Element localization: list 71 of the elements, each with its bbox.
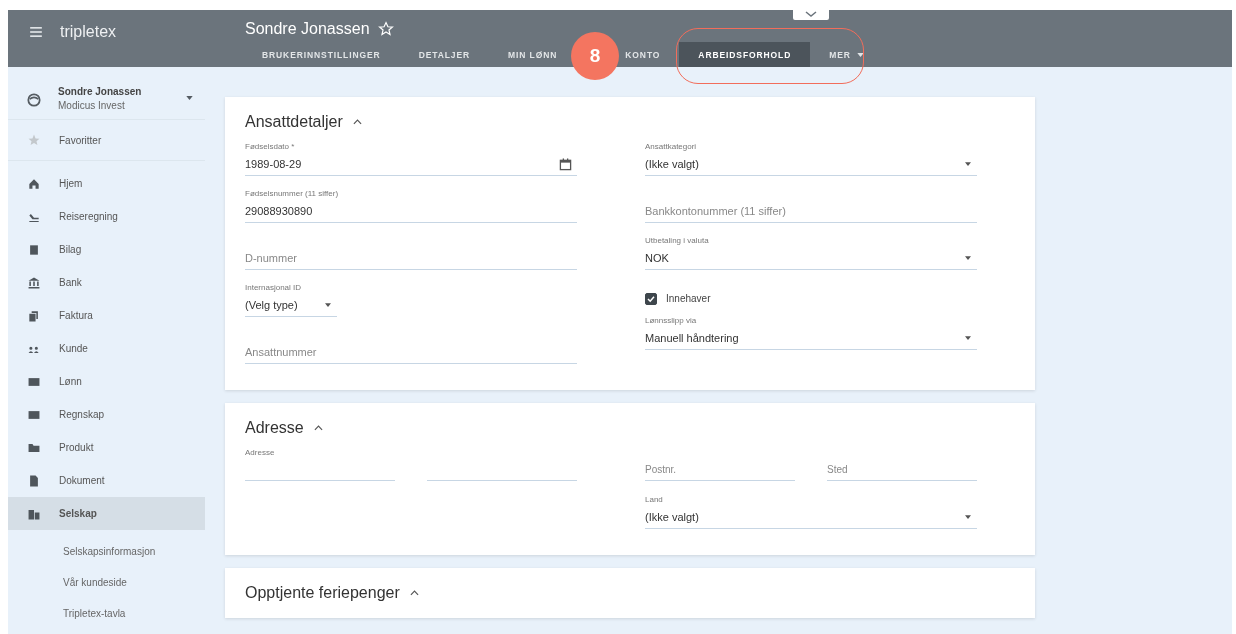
chevron-icon[interactable] bbox=[409, 590, 419, 596]
chevron-icon[interactable] bbox=[352, 119, 362, 125]
caret-icon[interactable] bbox=[186, 96, 193, 100]
section-title: Opptjente feriepenger bbox=[245, 584, 400, 602]
tab[interactable]: KONTO bbox=[621, 42, 665, 67]
select-field[interactable]: (Ikke valgt) bbox=[645, 506, 977, 529]
caret-icon bbox=[965, 256, 971, 260]
field-label: Ansattkategori bbox=[645, 141, 698, 153]
star-icon bbox=[27, 133, 41, 147]
nav-item[interactable]: Lønn bbox=[8, 365, 205, 398]
tab[interactable]: MER bbox=[810, 42, 883, 67]
caret-icon bbox=[965, 162, 971, 166]
sub-nav-item[interactable]: Tripletex-tavla bbox=[8, 598, 205, 629]
select-field[interactable]: Manuell håndtering bbox=[645, 327, 977, 350]
nav-icon bbox=[27, 275, 41, 290]
checkbox[interactable] bbox=[645, 292, 657, 305]
tab[interactable]: ARBEIDSFORHOLD bbox=[679, 42, 811, 67]
sub-nav-item[interactable]: Selskapsinformasjon bbox=[8, 536, 205, 567]
caret-icon bbox=[965, 336, 971, 340]
input-field[interactable]: Sted bbox=[827, 459, 977, 481]
nav-item[interactable]: Bilag bbox=[8, 233, 205, 266]
checkbox-label: Innehaver bbox=[666, 293, 711, 304]
star-icon[interactable] bbox=[377, 21, 394, 37]
nav-item[interactable]: Reiseregning bbox=[8, 200, 205, 233]
field-label: Fødselsnummer (11 siffer) bbox=[245, 188, 340, 200]
input-field[interactable]: D-nummer bbox=[245, 252, 577, 264]
chevron-icon[interactable] bbox=[313, 425, 323, 431]
user-name[interactable]: Sondre Jonassen bbox=[58, 86, 169, 97]
collapse-handle[interactable] bbox=[793, 8, 829, 20]
field-label: Internasjonal ID bbox=[245, 282, 303, 294]
nav-item[interactable]: Regnskap bbox=[8, 398, 205, 431]
input-field[interactable]: Postnr. bbox=[645, 459, 795, 481]
caret-icon bbox=[856, 52, 864, 57]
tab[interactable]: DETALJER bbox=[399, 42, 490, 67]
avatar-icon bbox=[27, 93, 41, 107]
select-field[interactable]: (Ikke valgt) bbox=[645, 153, 977, 176]
step-badge: 8 bbox=[571, 32, 619, 80]
menu-icon[interactable] bbox=[30, 27, 42, 37]
nav-item[interactable]: Produkt bbox=[8, 431, 205, 464]
nav-item[interactable]: Faktura bbox=[8, 299, 205, 332]
sub-nav-item[interactable]: Vår kundeside bbox=[8, 567, 205, 598]
nav-item[interactable]: Selskap bbox=[8, 497, 205, 530]
input-field[interactable]: 1989-08-29 bbox=[245, 158, 559, 170]
nav-icon bbox=[27, 473, 41, 488]
field-label: Adresse bbox=[245, 447, 276, 459]
field-label: Land bbox=[645, 494, 664, 506]
section-title: Ansattdetaljer bbox=[245, 113, 343, 131]
tab[interactable]: BRUKERINNSTILLINGER bbox=[245, 42, 400, 67]
section-title: Adresse bbox=[245, 419, 304, 437]
page-title: Sondre Jonassen bbox=[245, 20, 370, 38]
select-field[interactable]: (Velg type) bbox=[245, 294, 337, 317]
company-name: Modicus Invest bbox=[58, 100, 126, 111]
select-field[interactable]: NOK bbox=[645, 247, 977, 270]
input-field[interactable]: Ansattnummer bbox=[245, 346, 577, 358]
input-field[interactable]: 29088930890 bbox=[245, 205, 577, 217]
field-label: Lønnsslipp via bbox=[645, 315, 698, 327]
nav-item[interactable]: Bank bbox=[8, 266, 205, 299]
nav-item[interactable]: Kunde bbox=[8, 332, 205, 365]
nav-item[interactable]: Dokument bbox=[8, 464, 205, 497]
caret-icon bbox=[965, 515, 971, 519]
field-label: Fødselsdato * bbox=[245, 141, 296, 153]
tab[interactable]: MIN LØNN bbox=[489, 42, 564, 67]
input-field[interactable]: Bankkontonummer (11 siffer) bbox=[645, 205, 977, 217]
calendar-icon[interactable] bbox=[559, 157, 572, 171]
nav-icon bbox=[27, 242, 41, 257]
logo[interactable]: tripletex bbox=[60, 23, 117, 41]
favorites-item[interactable]: Favoritter bbox=[8, 120, 205, 161]
caret-icon bbox=[325, 303, 331, 307]
nav-item[interactable]: Hjem bbox=[8, 167, 205, 200]
nav-icon bbox=[27, 308, 41, 323]
field-label: Utbetaling i valuta bbox=[645, 235, 710, 247]
